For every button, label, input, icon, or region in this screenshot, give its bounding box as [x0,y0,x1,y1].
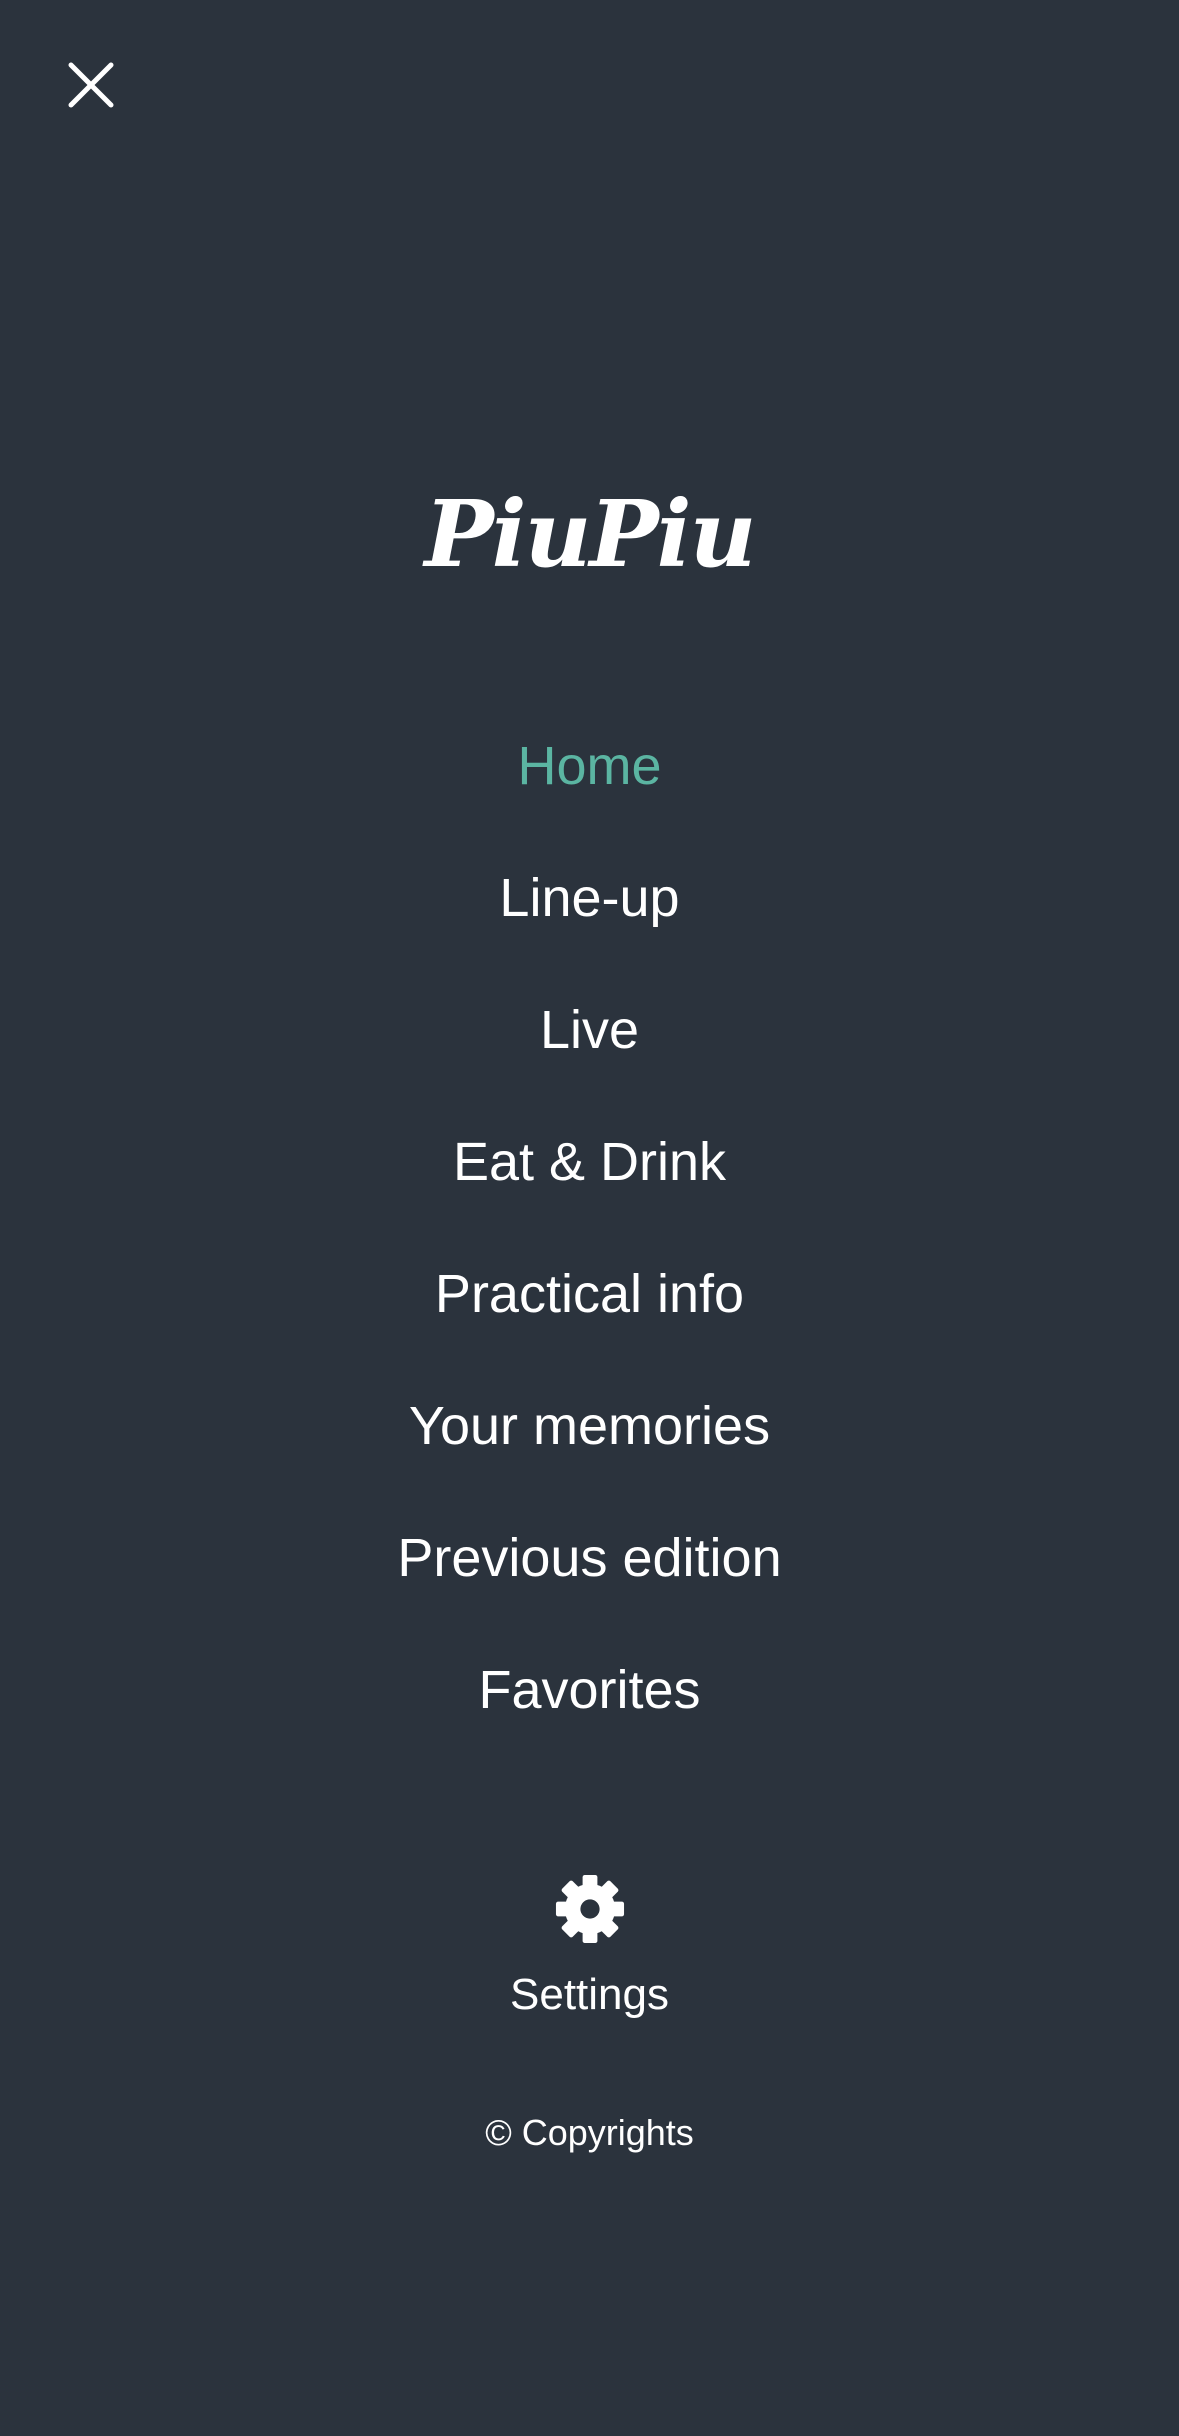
settings-button[interactable]: Settings [0,1872,1179,2020]
close-button[interactable] [56,50,126,120]
copyright-text: © Copyrights [485,2112,694,2153]
main-menu: Home Line-up Live Eat & Drink Practical … [0,700,1179,1756]
menu-item-your-memories[interactable]: Your memories [0,1360,1179,1492]
settings-label: Settings [510,1970,669,2019]
app-logo: PiuPiu [424,480,756,588]
menu-item-practical-info[interactable]: Practical info [0,1228,1179,1360]
menu-item-previous-edition[interactable]: Previous edition [0,1492,1179,1624]
menu-item-line-up[interactable]: Line-up [0,832,1179,964]
menu-item-home[interactable]: Home [0,700,1179,832]
menu-item-favorites[interactable]: Favorites [0,1624,1179,1756]
menu-item-eat-drink[interactable]: Eat & Drink [0,1096,1179,1228]
menu-item-live[interactable]: Live [0,964,1179,1096]
gear-icon [555,1874,624,1944]
close-icon [68,62,114,108]
